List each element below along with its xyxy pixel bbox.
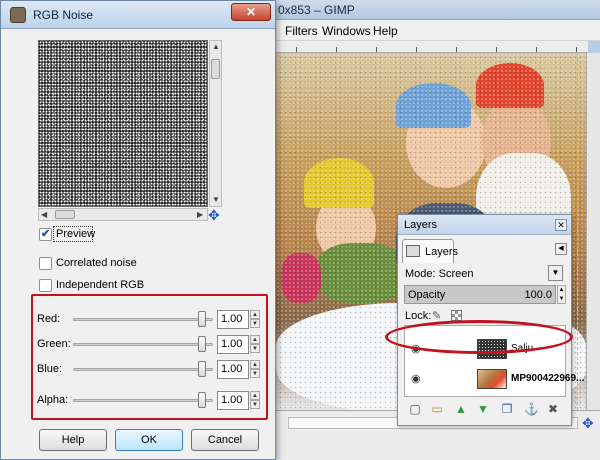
green-value-input[interactable]: 1.00 xyxy=(217,335,249,354)
slider-label: Alpha: xyxy=(37,394,69,406)
gimp-icon xyxy=(10,7,26,23)
opacity-value: 100.0 xyxy=(524,289,552,301)
spin-down-icon[interactable]: ▼ xyxy=(250,400,260,409)
slider-track[interactable] xyxy=(73,368,213,371)
preview-label: Preview xyxy=(56,228,96,240)
slider-track[interactable] xyxy=(73,318,213,321)
opacity-label: Opacity xyxy=(408,289,446,301)
ruler-tick xyxy=(456,47,457,52)
spin-down-icon[interactable]: ▼ xyxy=(250,319,260,328)
spin-buttons[interactable]: ▲ ▼ xyxy=(250,391,260,410)
layer-thumbnail xyxy=(477,369,507,389)
scroll-left-icon[interactable]: ◀ xyxy=(41,210,47,220)
cancel-button[interactable]: Cancel xyxy=(191,429,259,451)
layers-title: Layers xyxy=(404,219,438,231)
eye-icon[interactable]: ◉ xyxy=(411,372,421,385)
blue-value-input[interactable]: 1.00 xyxy=(217,360,249,379)
slider-label: Blue: xyxy=(37,363,63,375)
layers-close-button[interactable]: ✕ xyxy=(555,219,567,231)
slider-label: Green: xyxy=(37,338,71,350)
close-button[interactable]: ✕ xyxy=(231,3,271,21)
layer-row[interactable]: ◉ MP900422969... xyxy=(405,366,584,392)
navigate-icon[interactable]: ✥ xyxy=(208,208,220,222)
red-value-input[interactable]: 1.00 xyxy=(217,310,249,329)
ruler-tick xyxy=(536,47,537,52)
independent-rgb-checkbox[interactable] xyxy=(39,279,52,292)
ruler-tick xyxy=(416,47,417,52)
lock-label: Lock: xyxy=(405,310,432,322)
navigate-icon[interactable]: ✥ xyxy=(582,415,594,432)
layers-icon xyxy=(406,245,420,257)
correlated-noise-checkbox[interactable] xyxy=(39,257,52,270)
chevron-down-icon[interactable]: ▼ xyxy=(548,265,563,281)
spin-down-icon[interactable]: ▼ xyxy=(250,369,260,378)
rgb-noise-dialog: RGB Noise ✕ ▲ ▼ ◀ ▶ ✥ ✔ Preview Correlat… xyxy=(0,0,276,460)
opacity-slider[interactable]: Opacity 100.0 xyxy=(404,285,556,304)
ok-button[interactable]: OK xyxy=(115,429,183,451)
slider-track[interactable] xyxy=(73,399,213,402)
anchor-icon[interactable]: ⚓ xyxy=(524,402,539,416)
help-button[interactable]: Help xyxy=(39,429,107,451)
scroll-thumb[interactable] xyxy=(211,59,220,79)
menu-help[interactable]: Help xyxy=(373,24,398,38)
slider-thumb[interactable] xyxy=(198,361,207,377)
lock-pixels-icon[interactable]: ✎ xyxy=(432,309,441,322)
highlight-ellipse xyxy=(385,320,573,354)
dialog-titlebar[interactable]: RGB Noise ✕ xyxy=(1,1,275,29)
ruler-tick xyxy=(296,47,297,52)
raise-layer-icon[interactable]: ▲ xyxy=(454,402,468,416)
slider-thumb[interactable] xyxy=(198,311,207,327)
alpha-value-input[interactable]: 1.00 xyxy=(217,391,249,410)
menu-filters[interactable]: Filters xyxy=(285,24,318,38)
scroll-down-icon[interactable]: ▼ xyxy=(212,195,220,205)
spin-down-icon[interactable]: ▼ xyxy=(250,344,260,353)
scroll-thumb[interactable] xyxy=(55,210,75,219)
independent-rgb-label: Independent RGB xyxy=(56,279,145,291)
preview-vertical-scrollbar[interactable]: ▲ ▼ xyxy=(209,40,222,207)
correlated-noise-label: Correlated noise xyxy=(56,257,137,269)
dialog-title: RGB Noise xyxy=(33,8,94,22)
spin-up-icon[interactable]: ▲ xyxy=(250,391,260,400)
folder-icon[interactable]: ▭ xyxy=(430,402,444,416)
delete-icon[interactable]: ✖ xyxy=(546,402,560,416)
ruler-tick xyxy=(576,47,577,52)
duplicate-icon[interactable]: ❐ xyxy=(500,402,514,416)
slider-thumb[interactable] xyxy=(198,336,207,352)
preview-checkbox[interactable]: ✔ xyxy=(39,228,52,241)
noise-preview[interactable] xyxy=(38,40,208,207)
opacity-spin-buttons[interactable]: ▲ ▼ xyxy=(557,285,566,304)
slider-thumb[interactable] xyxy=(198,392,207,408)
spin-buttons[interactable]: ▲ ▼ xyxy=(250,310,260,329)
tab-layers[interactable]: Layers xyxy=(402,239,458,263)
spin-up-icon[interactable]: ▲ xyxy=(250,360,260,369)
scroll-right-icon[interactable]: ▶ xyxy=(197,210,203,220)
new-layer-icon[interactable]: ▢ xyxy=(408,402,422,416)
ruler-tick xyxy=(336,47,337,52)
tab-label: Layers xyxy=(425,246,459,258)
mode-select[interactable]: Mode: Screen xyxy=(405,268,473,280)
ruler-tick xyxy=(376,47,377,52)
spin-buttons[interactable]: ▲ ▼ xyxy=(250,360,260,379)
slider-label: Red: xyxy=(37,313,61,325)
spin-up-icon[interactable]: ▲ xyxy=(250,310,260,319)
gimp-top-ruler xyxy=(276,41,588,53)
spin-buttons[interactable]: ▲ ▼ xyxy=(250,335,260,354)
menu-windows[interactable]: Windows xyxy=(322,24,371,38)
layers-titlebar[interactable]: Layers ✕ xyxy=(398,215,571,235)
slider-track[interactable] xyxy=(73,343,213,346)
scroll-up-icon[interactable]: ▲ xyxy=(212,42,220,52)
lower-layer-icon[interactable]: ▼ xyxy=(476,402,490,416)
tab-menu-icon[interactable]: ◀ xyxy=(555,243,567,255)
preview-horizontal-scrollbar[interactable]: ◀ ▶ xyxy=(38,208,208,221)
gimp-window-title: 0x853 – GIMP xyxy=(278,3,355,17)
checkmark-icon: ✔ xyxy=(41,228,51,240)
ruler-tick xyxy=(496,47,497,52)
layers-toolbar: ▢ ▭ ▲ ▼ ❐ ⚓ ✖ xyxy=(404,402,566,420)
layer-name: MP900422969... xyxy=(511,373,585,384)
canvas-vertical-scrollbar[interactable] xyxy=(586,53,600,410)
spin-up-icon[interactable]: ▲ xyxy=(250,335,260,344)
